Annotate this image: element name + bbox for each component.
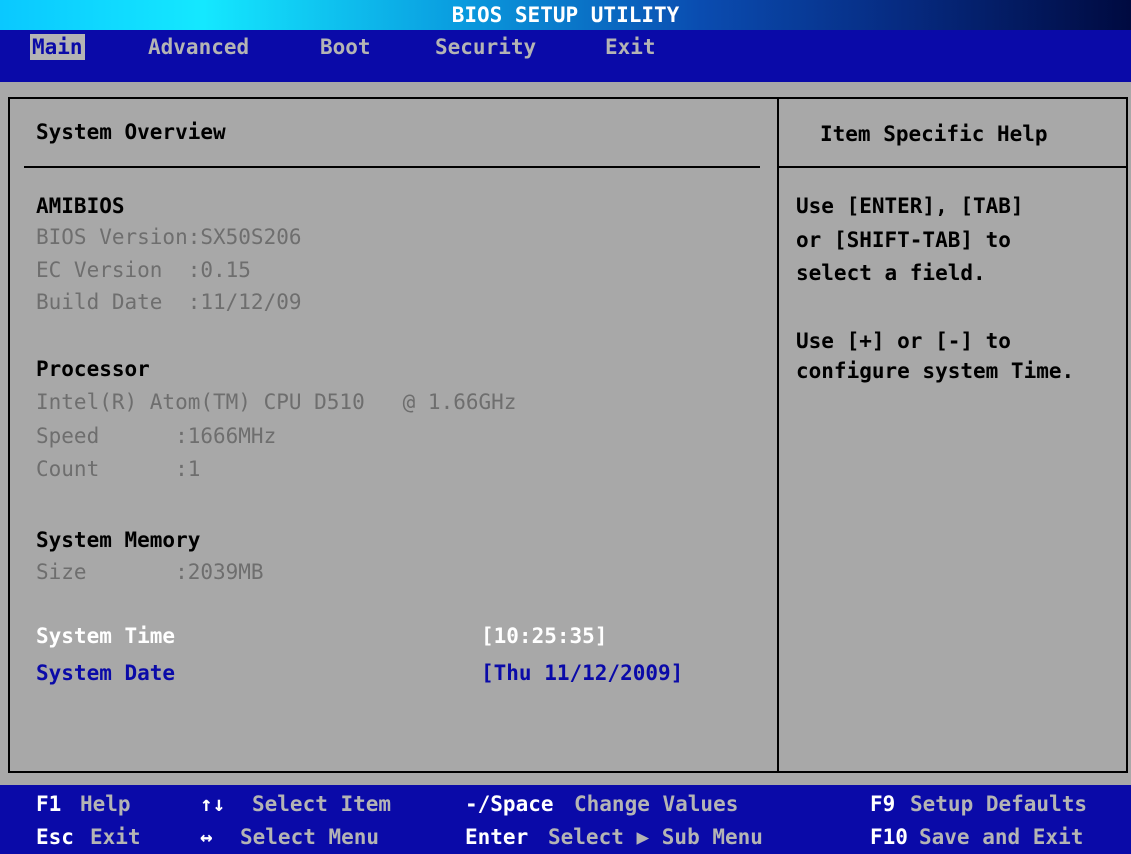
esc-key: Esc <box>36 825 74 849</box>
section-title: System Overview <box>36 120 226 144</box>
setup-defaults-label: Setup Defaults <box>910 792 1088 816</box>
select-menu-key: ↔ <box>200 825 213 849</box>
bios-version: BIOS Version:SX50S206 <box>36 225 302 249</box>
select-menu-label: Select Menu <box>240 825 380 849</box>
amibios-heading: AMIBIOS <box>36 194 125 218</box>
ec-version: EC Version :0.15 <box>36 258 251 282</box>
f9-key: F9 <box>870 792 896 816</box>
tab-security[interactable]: Security <box>433 34 538 60</box>
window-title: BIOS SETUP UTILITY <box>451 3 680 27</box>
select-item-key: ↑↓ <box>200 792 226 816</box>
help-line: configure system Time. <box>796 359 1075 383</box>
key-legend: F1 Help ↑↓ Select Item -/Space Change Va… <box>0 785 1131 854</box>
section-divider <box>24 166 760 168</box>
change-values-key: -/Space <box>465 792 554 816</box>
processor-name: Intel(R) Atom(TM) CPU D510 @ 1.66GHz <box>36 390 517 414</box>
select-item-label: Select Item <box>252 792 392 816</box>
system-date-label[interactable]: System Date <box>36 660 175 686</box>
system-time-label[interactable]: System Time <box>36 623 175 649</box>
f10-key: F10 <box>870 825 908 849</box>
esc-exit-label: Exit <box>90 825 141 849</box>
build-date: Build Date :11/12/09 <box>36 290 302 314</box>
save-exit-label: Save and Exit <box>919 825 1084 849</box>
change-values-label: Change Values <box>574 792 739 816</box>
sub-menu-label: Select ▶ Sub Menu <box>548 825 763 849</box>
help-divider <box>779 166 1128 168</box>
enter-key: Enter <box>465 825 529 849</box>
panel-divider <box>777 97 779 773</box>
tab-main[interactable]: Main <box>30 34 85 60</box>
tab-boot[interactable]: Boot <box>318 34 373 60</box>
processor-count: Count :1 <box>36 457 201 481</box>
system-date-value[interactable]: [Thu 11/12/2009] <box>481 660 683 686</box>
help-line: or [SHIFT-TAB] to <box>796 228 1011 252</box>
help-line: Use [ENTER], [TAB] <box>796 194 1024 218</box>
title-bar: BIOS SETUP UTILITY <box>0 0 1131 30</box>
f1-help-key: F1 <box>36 792 62 816</box>
tab-exit[interactable]: Exit <box>603 34 658 60</box>
f1-help-label: Help <box>80 792 131 816</box>
processor-speed: Speed :1666MHz <box>36 424 277 448</box>
system-time-value[interactable]: [10:25:35] <box>481 623 607 649</box>
help-title: Item Specific Help <box>820 122 1048 146</box>
tab-advanced[interactable]: Advanced <box>146 34 251 60</box>
help-line: select a field. <box>796 261 986 285</box>
memory-heading: System Memory <box>36 528 201 552</box>
processor-heading: Processor <box>36 357 150 381</box>
memory-size: Size :2039MB <box>36 560 264 584</box>
menu-bar: Main Advanced Boot Security Exit <box>0 30 1131 82</box>
help-line: Use [+] or [-] to <box>796 329 1011 353</box>
